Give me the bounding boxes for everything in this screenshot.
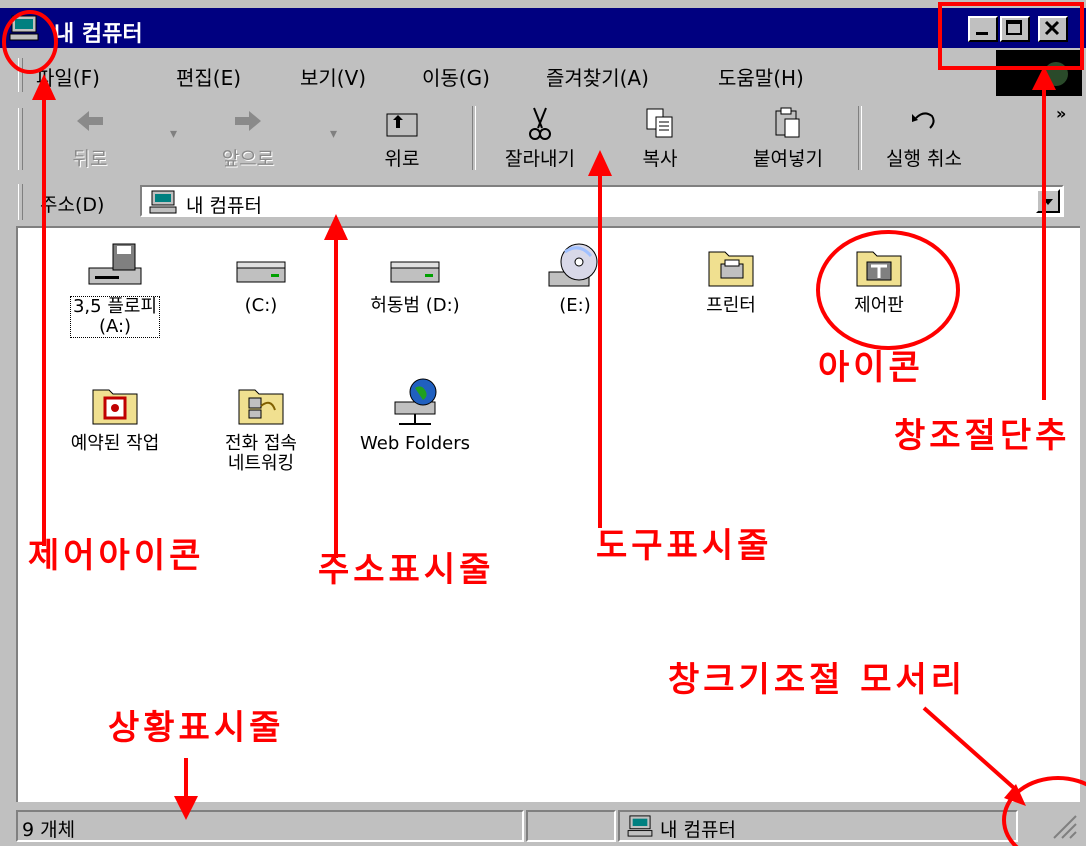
icon-drive-d[interactable]: 허동범 (D:): [340, 240, 490, 316]
annotation-window-buttons: 창조절단추: [894, 416, 1071, 456]
up-button[interactable]: 위로: [372, 100, 432, 180]
icon-printers[interactable]: 프린터: [656, 240, 806, 316]
icon-label: (E:): [559, 295, 591, 316]
menu-help[interactable]: 도움말(H): [718, 62, 804, 91]
status-count: 9 개체: [22, 819, 76, 841]
up-folder-icon: [386, 113, 418, 137]
scissors-icon: [529, 107, 551, 140]
maximize-button[interactable]: [1000, 16, 1030, 42]
copy-button[interactable]: 복사: [620, 100, 700, 180]
address-bar: 주소(D) 내 컴퓨터: [0, 180, 1086, 224]
icon-label: (C:): [244, 295, 278, 316]
menu-edit[interactable]: 편집(E): [176, 62, 241, 91]
icon-label: 허동범 (D:): [370, 295, 460, 316]
chevron-down-icon: [1043, 199, 1053, 205]
back-dropdown-icon[interactable]: ▾: [170, 126, 177, 142]
floppy-drive-icon: [88, 243, 142, 285]
icon-drive-c[interactable]: (C:): [186, 240, 336, 316]
icon-label: 프린터: [706, 295, 756, 316]
my-computer-small-icon: [627, 815, 653, 837]
web-folders-icon: [394, 378, 437, 425]
icon-label: Web Folders: [360, 433, 470, 454]
forward-dropdown-icon[interactable]: ▾: [330, 126, 337, 142]
windows-logo-icon: [1044, 62, 1068, 86]
annotation-toolbar: 도구표시줄: [596, 526, 773, 566]
control-panel-folder-icon: [856, 251, 902, 287]
status-location: 내 컴퓨터: [660, 819, 736, 841]
forward-arrow-icon: [235, 111, 261, 131]
close-button[interactable]: [1038, 16, 1068, 42]
close-icon: [1044, 20, 1060, 36]
toolbar-separator: [858, 106, 862, 170]
forward-button[interactable]: 앞으로: [206, 100, 290, 180]
status-count-panel: 9 개체: [16, 810, 524, 842]
menu-go[interactable]: 이동(G): [422, 62, 490, 91]
icon-label: 제어판: [854, 295, 904, 316]
icon-label: 예약된 작업: [70, 433, 160, 454]
annotation-address-bar: 주소표시줄: [318, 550, 495, 590]
undo-button[interactable]: 실행 취소: [864, 100, 984, 180]
scheduled-tasks-folder-icon: [92, 389, 138, 425]
dialup-networking-folder-icon: [238, 389, 284, 425]
address-grip[interactable]: [18, 184, 23, 220]
hard-drive-icon: [390, 261, 440, 283]
back-arrow-icon: [77, 111, 103, 131]
address-label: 주소(D): [40, 194, 105, 216]
icon-dialup-networking[interactable]: 전화 접속 네트워킹: [186, 378, 336, 474]
toolbar-separator: [472, 106, 476, 170]
annotation-icon: 아이콘: [818, 348, 924, 388]
annotation-status-bar: 상황표시줄: [108, 708, 285, 748]
menu-file[interactable]: 파일(F): [36, 62, 100, 91]
icon-label: 전화 접속 네트워킹: [225, 433, 297, 474]
status-bar: 9 개체 내 컴퓨터: [0, 806, 1086, 846]
paste-icon: [775, 107, 800, 138]
address-input[interactable]: 내 컴퓨터: [140, 185, 1064, 217]
copy-icon: [646, 108, 673, 138]
undo-icon: [912, 112, 935, 129]
icon-label: 3,5 플로피 (A:): [69, 296, 161, 338]
menu-view[interactable]: 보기(V): [300, 62, 366, 91]
back-button[interactable]: 뒤로: [60, 100, 120, 180]
printer-folder-icon: [708, 251, 754, 287]
resize-grip-icon[interactable]: [1048, 810, 1080, 842]
windows-logo: [996, 50, 1082, 96]
toolbar-grip[interactable]: [18, 108, 23, 170]
icon-control-panel[interactable]: 제어판: [804, 240, 954, 316]
menu-bar: 파일(F) 편집(E) 보기(V) 이동(G) 즐겨찾기(A) 도움말(H): [0, 50, 990, 98]
maximize-icon: [1006, 20, 1022, 35]
title-bar[interactable]: 내 컴퓨터: [0, 8, 1086, 48]
cut-button[interactable]: 잘라내기: [480, 100, 600, 180]
hard-drive-icon: [236, 261, 286, 283]
address-dropdown-button[interactable]: [1036, 189, 1060, 213]
icon-web-folders[interactable]: Web Folders: [340, 378, 490, 454]
menu-grip[interactable]: [18, 58, 23, 92]
icon-drive-e[interactable]: (E:): [500, 240, 650, 316]
paste-button[interactable]: 붙여넣기: [736, 100, 840, 180]
icon-scheduled-tasks[interactable]: 예약된 작업: [40, 378, 190, 454]
minimize-button[interactable]: [968, 16, 998, 42]
my-computer-control-icon[interactable]: [8, 14, 40, 42]
my-computer-small-icon: [149, 190, 177, 214]
cd-drive-icon: [548, 243, 598, 287]
address-value: 내 컴퓨터: [186, 195, 262, 217]
toolbar-overflow-chevron[interactable]: »: [1056, 104, 1066, 123]
menu-favorites[interactable]: 즐겨찾기(A): [546, 62, 649, 91]
status-empty-panel: [526, 810, 616, 842]
minimize-icon: [976, 32, 988, 35]
icon-floppy[interactable]: 3,5 플로피 (A:): [40, 240, 190, 338]
annotation-control-icon: 제어아이콘: [28, 536, 205, 576]
window-title: 내 컴퓨터: [54, 22, 143, 47]
toolbar: 뒤로 ▾ 앞으로 ▾ 위로 잘라내기 복사 붙여넣기 실행 취소 »: [0, 100, 1086, 180]
status-zone-panel: 내 컴퓨터: [618, 810, 1018, 842]
annotation-resize-corner: 창크기조절 모서리: [668, 660, 967, 700]
